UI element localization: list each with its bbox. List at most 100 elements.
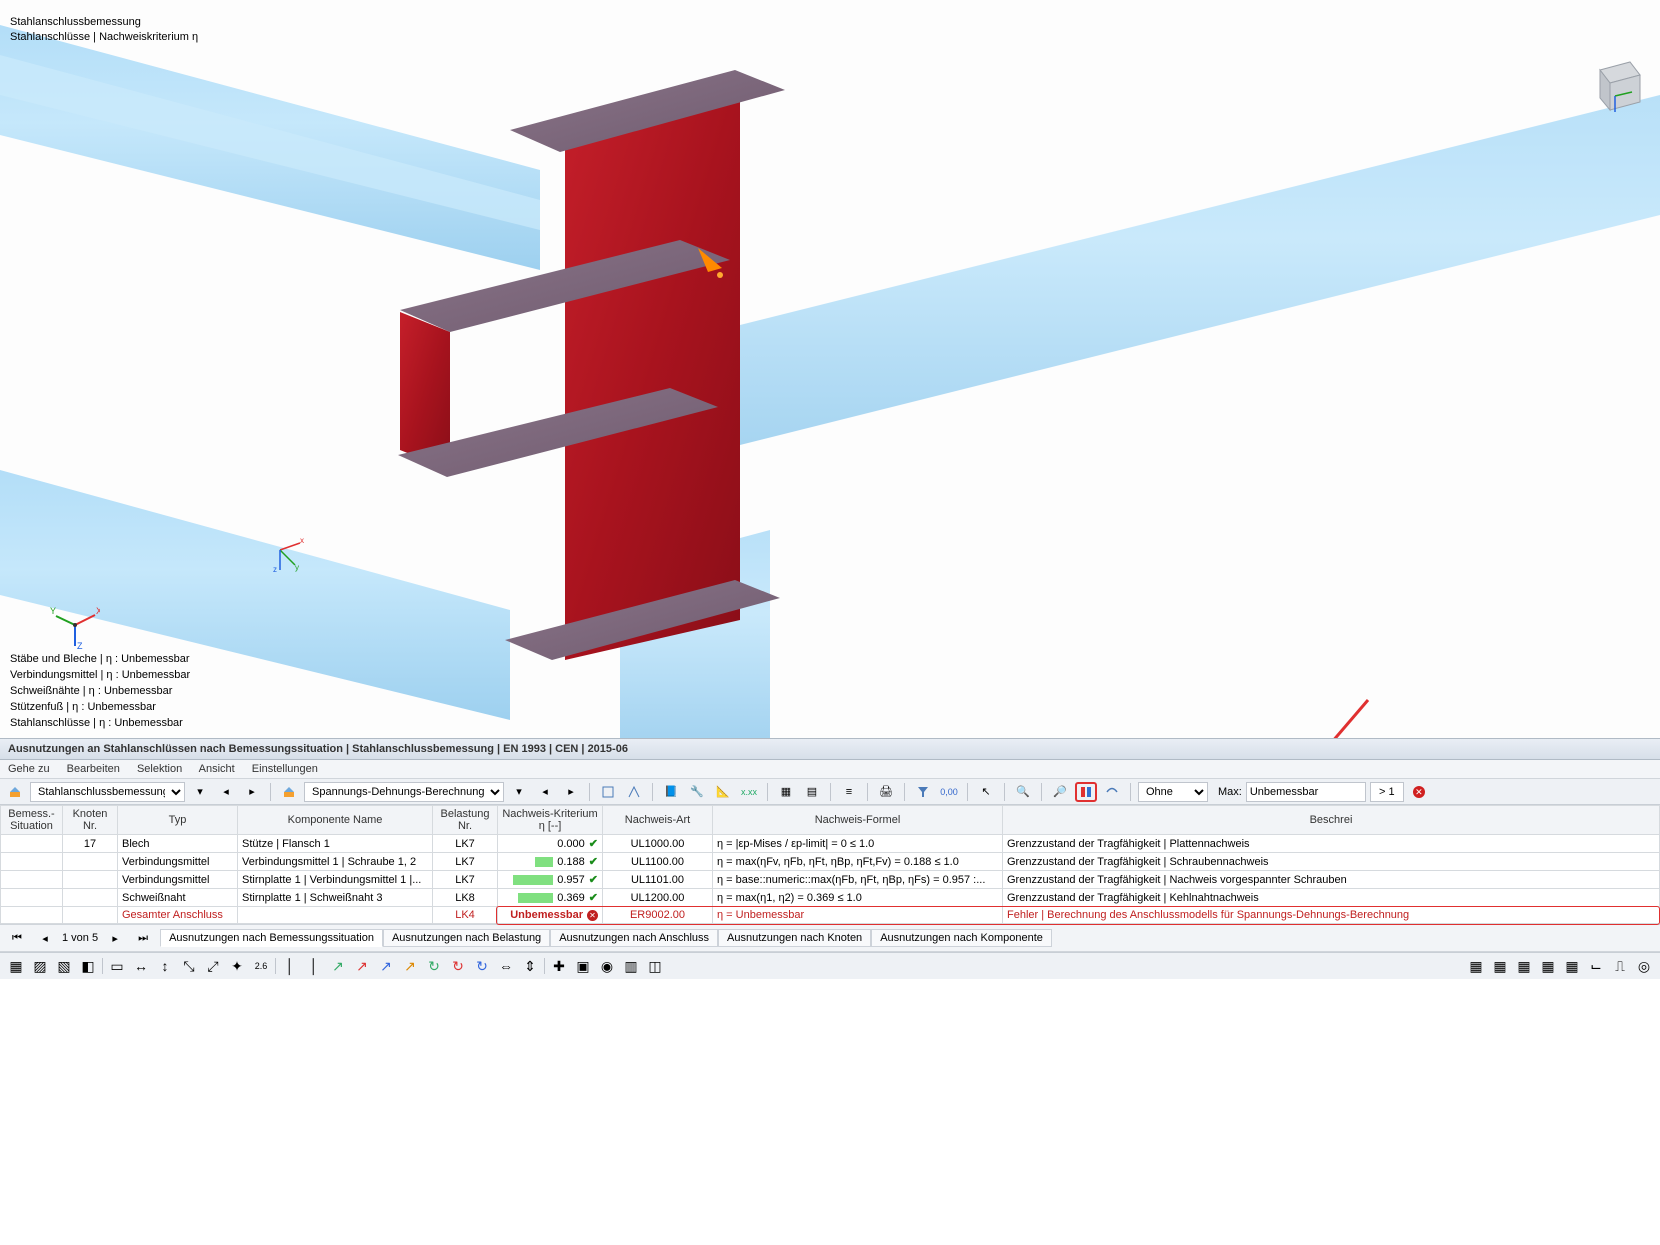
tool-icon[interactable]: x.xx	[738, 782, 760, 802]
table-row[interactable]: 17BlechStütze | Flansch 1LK70.000 ✔UL100…	[1, 835, 1660, 853]
col-loading: Belastung Nr.	[433, 806, 498, 835]
tool-icon[interactable]: ▤	[801, 782, 823, 802]
menu-selection[interactable]: Selektion	[137, 763, 182, 775]
tool-icon[interactable]: ▧	[54, 957, 74, 975]
max-threshold[interactable]	[1370, 782, 1404, 802]
tool-icon[interactable]: ↗	[352, 957, 372, 975]
tool-icon[interactable]: ↻	[472, 957, 492, 975]
next-icon[interactable]: ▸	[104, 928, 126, 948]
tool-icon[interactable]: │	[304, 957, 324, 975]
tool-icon[interactable]	[597, 782, 619, 802]
tool-icon[interactable]: ↻	[448, 957, 468, 975]
viewport-top-labels: Stahlanschlussbemessung Stahlanschlüsse …	[10, 15, 198, 46]
table-row[interactable]: VerbindungsmittelStirnplatte 1 | Verbind…	[1, 871, 1660, 889]
tool-icon[interactable]: ▦	[1538, 957, 1558, 975]
table-row[interactable]: SchweißnahtStirnplatte 1 | Schweißnaht 3…	[1, 889, 1660, 907]
tool-icon[interactable]: 📐	[712, 782, 734, 802]
stress-strain-icon[interactable]	[1075, 782, 1097, 802]
tool-icon[interactable]: ◫	[645, 957, 665, 975]
tool-icon[interactable]: ▦	[1514, 957, 1534, 975]
tool-icon[interactable]: 0,00	[938, 782, 960, 802]
tool-icon[interactable]: ↗	[328, 957, 348, 975]
col-art: Nachweis-Art	[603, 806, 713, 835]
nav-cube[interactable]	[1580, 50, 1650, 120]
chevron-down-icon[interactable]: ▾	[189, 782, 211, 802]
next-icon[interactable]: ▸	[560, 782, 582, 802]
tool-icon[interactable]	[1101, 782, 1123, 802]
prev-icon[interactable]: ◂	[534, 782, 556, 802]
max-value[interactable]	[1246, 782, 1366, 802]
combo-design[interactable]: Stahlanschlussbemessung	[30, 782, 185, 802]
tool-icon[interactable]: ▦	[1562, 957, 1582, 975]
print-icon[interactable]: 🖨	[875, 782, 897, 802]
next-icon[interactable]: ▸	[241, 782, 263, 802]
tool-icon[interactable]: ◎	[1634, 957, 1654, 975]
tool-icon[interactable]: ▥	[621, 957, 641, 975]
col-type[interactable]: Typ	[118, 806, 238, 835]
prev-icon[interactable]: ◂	[34, 928, 56, 948]
bottom-toolbar: ▦ ▨ ▧ ◧ ▭ ↔ ↕ ⤡ ⤢ ✦ 2.6 │ │ ↗ ↗ ↗ ↗ ↻ ↻ …	[0, 952, 1660, 979]
design-icon[interactable]	[4, 782, 26, 802]
tool-icon[interactable]: ↗	[400, 957, 420, 975]
menu-edit[interactable]: Bearbeiten	[67, 763, 120, 775]
menu-settings[interactable]: Einstellungen	[252, 763, 318, 775]
tool-icon[interactable]: ▭	[107, 957, 127, 975]
tool-icon[interactable]: ✚	[549, 957, 569, 975]
tool-icon[interactable]: ⌙	[1586, 957, 1606, 975]
tool-icon[interactable]: ⇔	[496, 957, 516, 975]
col-name[interactable]: Komponente Name	[238, 806, 433, 835]
tool-icon[interactable]: ↕	[155, 957, 175, 975]
analysis-icon[interactable]	[278, 782, 300, 802]
menu-view[interactable]: Ansicht	[199, 763, 235, 775]
search-icon[interactable]: 🔍	[1012, 782, 1034, 802]
tool-icon[interactable]: ⎍	[1610, 957, 1630, 975]
tool-icon[interactable]: 📘	[660, 782, 682, 802]
tool-icon[interactable]: ⤢	[203, 957, 223, 975]
tool-icon[interactable]: ✦	[227, 957, 247, 975]
tool-icon[interactable]: ▦	[6, 957, 26, 975]
tool-icon[interactable]: ▦	[775, 782, 797, 802]
table-row[interactable]: Gesamter AnschlussLK4Unbemessbar✕ER9002.…	[1, 907, 1660, 924]
tool-icon[interactable]: ⤡	[179, 957, 199, 975]
tool-icon[interactable]: ▨	[30, 957, 50, 975]
status-line: Stäbe und Bleche | η : Unbemessbar	[10, 652, 190, 668]
tool-icon[interactable]	[623, 782, 645, 802]
tool-icon[interactable]: ◧	[78, 957, 98, 975]
tool-icon[interactable]: ↻	[424, 957, 444, 975]
pager-pos: 1 von 5	[62, 932, 98, 944]
error-icon[interactable]: ✕	[1408, 782, 1430, 802]
tool-icon[interactable]: ◉	[597, 957, 617, 975]
menu-goto[interactable]: Gehe zu	[8, 763, 50, 775]
tool-icon[interactable]: 2.6	[251, 957, 271, 975]
tool-icon[interactable]: ⇕	[520, 957, 540, 975]
tool-icon[interactable]: ▦	[1466, 957, 1486, 975]
axis-indicator-local: x y z	[265, 535, 305, 575]
first-icon[interactable]: ⏮	[6, 928, 28, 948]
col-situation: Bemess.-Situation	[1, 806, 63, 835]
filter-icon[interactable]	[912, 782, 934, 802]
tool-icon[interactable]: ≡	[838, 782, 860, 802]
results-tab[interactable]: Ausnutzungen nach Komponente	[871, 929, 1052, 947]
results-tab[interactable]: Ausnutzungen nach Knoten	[718, 929, 871, 947]
tool-icon[interactable]: 🔧	[686, 782, 708, 802]
last-icon[interactable]: ⏭	[132, 928, 154, 948]
tool-icon[interactable]: ↗	[376, 957, 396, 975]
tool-icon[interactable]: ▣	[573, 957, 593, 975]
tool-icon[interactable]: ▦	[1490, 957, 1510, 975]
results-tab[interactable]: Ausnutzungen nach Bemessungssituation	[160, 929, 383, 947]
table-row[interactable]: VerbindungsmittelVerbindungsmittel 1 | S…	[1, 853, 1660, 871]
cursor-icon[interactable]: ↖	[975, 782, 997, 802]
tool-icon[interactable]: ↔	[131, 957, 151, 975]
3d-viewport[interactable]: Stahlanschlussbemessung Stahlanschlüsse …	[0, 0, 1660, 738]
combo-analysis[interactable]: Spannungs-Dehnungs-Berechnung	[304, 782, 504, 802]
results-tab[interactable]: Ausnutzungen nach Anschluss	[550, 929, 718, 947]
col-node: Knoten Nr.	[63, 806, 118, 835]
chevron-down-icon[interactable]: ▾	[508, 782, 530, 802]
tool-icon[interactable]: │	[280, 957, 300, 975]
results-tab[interactable]: Ausnutzungen nach Belastung	[383, 929, 550, 947]
status-line: Verbindungsmittel | η : Unbemessbar	[10, 668, 190, 684]
zoom-icon[interactable]: 🔎	[1049, 782, 1071, 802]
filter-combo[interactable]: Ohne	[1138, 782, 1208, 802]
prev-icon[interactable]: ◂	[215, 782, 237, 802]
status-line: Stützenfuß | η : Unbemessbar	[10, 700, 190, 716]
